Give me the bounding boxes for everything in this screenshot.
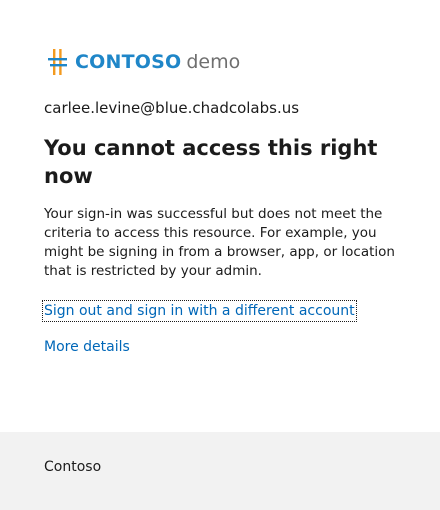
logo-brand-text: CONTOSO bbox=[75, 51, 182, 73]
logo-suffix-text: demo bbox=[186, 51, 241, 73]
more-details-link[interactable]: More details bbox=[44, 338, 130, 356]
sign-in-card: CONTOSO demo carlee.levine@blue.chadcolab… bbox=[0, 0, 440, 432]
account-email: carlee.levine@blue.chadcolabs.us bbox=[44, 99, 300, 117]
page-footer: Contoso bbox=[0, 432, 440, 510]
footer-company-name: Contoso bbox=[44, 459, 102, 475]
error-message: Your sign-in was successful but does not… bbox=[44, 206, 395, 279]
logo-wordmark: CONTOSO demo bbox=[75, 48, 240, 76]
sign-out-link[interactable]: Sign out and sign in with a different ac… bbox=[42, 300, 357, 322]
contoso-logo-icon bbox=[48, 49, 67, 75]
company-logo: CONTOSO demo bbox=[47, 48, 240, 76]
page-title: You cannot access this right now bbox=[44, 136, 378, 188]
